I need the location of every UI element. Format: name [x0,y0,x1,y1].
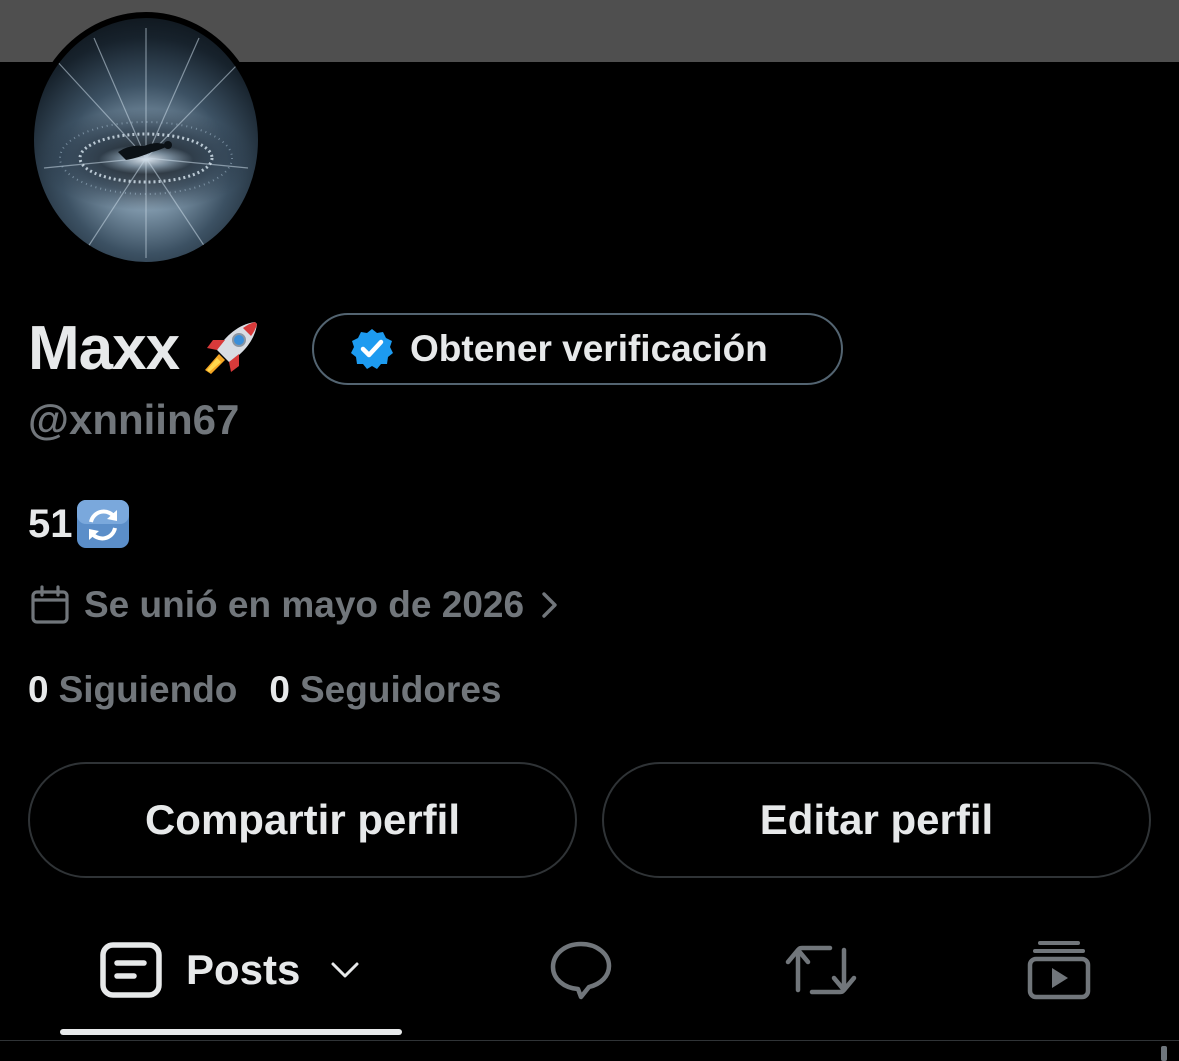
verified-badge-icon [351,329,393,369]
user-handle: @xnniin67 [28,396,240,443]
following-label: Siguiendo [58,669,238,710]
tab-replies[interactable] [548,920,614,1020]
chevron-right-icon [542,592,557,618]
tab-media[interactable] [1026,920,1092,1020]
tab-posts-label: Posts [186,946,301,993]
counterclockwise-arrows-icon [76,500,129,548]
media-icon [1027,941,1091,1000]
avatar-image [43,28,249,258]
joined-date-row[interactable]: Se unió en mayo de 2026 [30,580,562,630]
tab-reposts[interactable] [784,920,858,1020]
followers-link[interactable]: 0 Seguidores [269,669,501,711]
chevron-down-icon[interactable] [328,958,362,982]
followers-label: Seguidores [299,669,502,710]
get-verified-button[interactable]: Obtener verificación [312,313,843,385]
profile-page: Maxx Obtener verificación @xnniin67 51 S… [0,0,1179,1061]
avatar[interactable] [28,12,264,268]
following-count: 0 [28,669,49,710]
edit-profile-label: Editar perfil [759,796,994,843]
calendar-icon [31,585,69,624]
following-link[interactable]: 0 Siguiendo [28,669,237,711]
share-profile-label: Compartir perfil [144,796,461,843]
tab-divider [0,1040,1179,1041]
bio: 51 [28,496,131,552]
edit-profile-button[interactable]: Editar perfil [602,762,1151,878]
bio-text: 51 [28,501,73,546]
reposts-icon [785,945,857,995]
display-name: Maxx [28,314,180,383]
get-verified-label: Obtener verificación [410,328,768,369]
rocket-icon [205,322,258,374]
follow-stats: 0 Siguiendo 0 Seguidores [28,666,501,714]
followers-count: 0 [269,669,290,710]
posts-icon [100,942,162,998]
active-tab-indicator [60,1029,402,1035]
tab-posts[interactable]: Posts [100,920,362,1020]
name-row: Maxx [28,308,265,390]
replies-icon [550,941,612,1000]
share-profile-button[interactable]: Compartir perfil [28,762,577,878]
scrollbar[interactable] [1161,1046,1167,1061]
joined-date-text: Se unió en mayo de 2026 [84,584,525,625]
